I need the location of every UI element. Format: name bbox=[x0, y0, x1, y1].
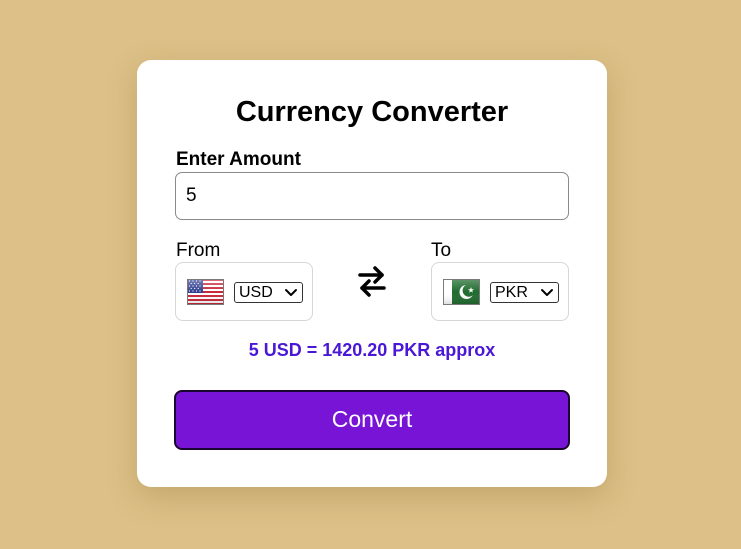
us-flag-icon bbox=[187, 279, 224, 305]
to-currency-value: PKR bbox=[495, 284, 528, 301]
chevron-down-icon bbox=[285, 289, 297, 296]
from-label: From bbox=[176, 240, 221, 261]
amount-label: Enter Amount bbox=[176, 149, 301, 170]
page-title: Currency Converter bbox=[235, 96, 509, 128]
swap-arrows-icon[interactable] bbox=[354, 263, 390, 299]
convert-button[interactable]: Convert bbox=[174, 390, 570, 450]
from-currency-select[interactable]: USD bbox=[234, 282, 303, 303]
to-label: To bbox=[431, 240, 452, 261]
from-currency-container: USD bbox=[175, 262, 313, 321]
pk-flag-icon bbox=[443, 279, 480, 305]
from-currency-value: USD bbox=[239, 284, 273, 301]
to-currency-container: PKR bbox=[431, 262, 569, 321]
to-currency-select[interactable]: PKR bbox=[490, 282, 559, 303]
chevron-down-icon bbox=[541, 289, 553, 296]
amount-input[interactable] bbox=[175, 172, 569, 220]
converter-card: Currency Converter Enter Amount From To bbox=[137, 60, 607, 487]
conversion-result: 5 USD = 1420.20 PKR approx bbox=[248, 340, 496, 360]
